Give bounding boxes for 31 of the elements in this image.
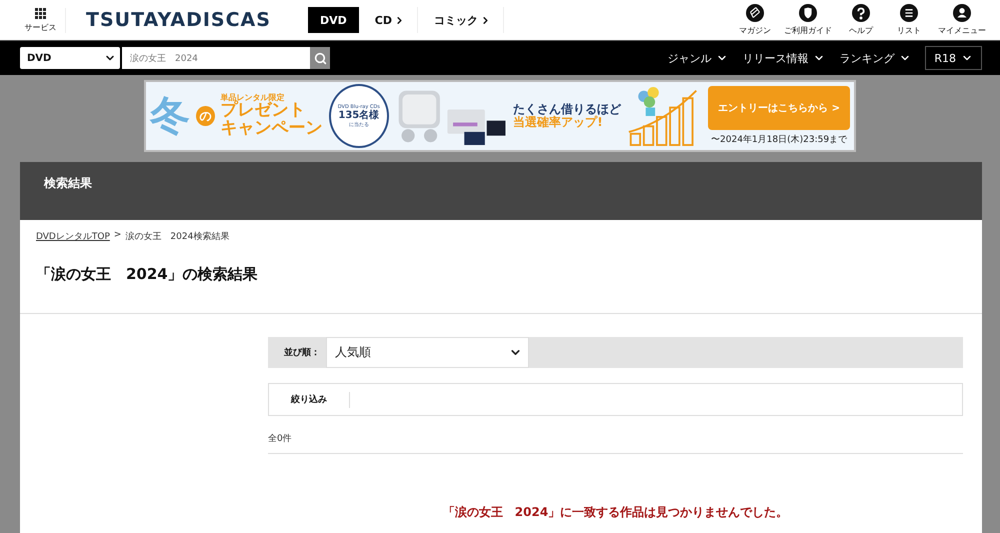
- panel-title: 検索結果: [44, 174, 92, 192]
- category-select[interactable]: DVD: [20, 47, 120, 69]
- banner-text: の: [196, 106, 215, 126]
- banner-text: 冬: [150, 96, 190, 136]
- breadcrumb-separator: >: [114, 230, 122, 242]
- deadline-text: 〜2024年1月18日(木)23:59まで: [711, 134, 848, 146]
- utility-link[interactable]: リスト: [890, 4, 928, 36]
- page-heading: 「涙の女王 2024」の検索結果: [36, 265, 259, 285]
- nav-dropdown[interactable]: リリース情報: [742, 50, 826, 66]
- banner-text: たくさん借りるほど: [513, 103, 622, 116]
- banner-text: キャンペーン: [220, 120, 323, 138]
- banner-text: 当選確率アップ!: [513, 116, 603, 129]
- breadcrumb-link[interactable]: DVDレンタルTOP: [36, 230, 110, 243]
- sort-label: 並び順：: [284, 346, 320, 359]
- breadcrumb-current: 涙の女王 2024検索結果: [125, 230, 230, 243]
- rating-dropdown[interactable]: R18: [925, 46, 982, 70]
- filter-toggle[interactable]: 絞り込み: [269, 392, 350, 408]
- sort-select[interactable]: 人気順: [326, 337, 529, 368]
- utility-link[interactable]: ヘルプ: [842, 4, 880, 36]
- no-results-message: 「涙の女王 2024」に一致する作品は見つかりませんでした。: [442, 504, 790, 521]
- utility-link[interactable]: ご利用ガイド: [784, 4, 832, 36]
- service-menu[interactable]: サービス: [22, 8, 66, 32]
- media-tab[interactable]: DVD: [308, 7, 359, 33]
- utility-link[interactable]: マガジン: [736, 4, 774, 36]
- result-count: 全0件: [268, 432, 293, 446]
- utility-link[interactable]: マイメニュー: [938, 4, 986, 36]
- nav-dropdown[interactable]: ランキング: [839, 50, 912, 66]
- banner-text: プレゼント: [220, 102, 306, 120]
- search-field[interactable]: 涙の女王 2024: [122, 47, 310, 69]
- nav-dropdown[interactable]: ジャンル: [667, 50, 728, 66]
- logo[interactable]: TSUTAYADISCAS: [86, 9, 308, 31]
